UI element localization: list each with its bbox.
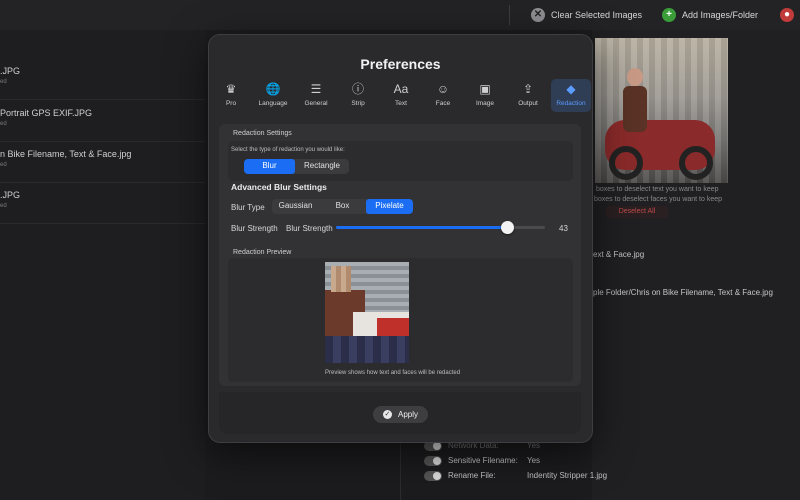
file-name: .JPG xyxy=(0,66,21,76)
hint-text: boxes to deselect faces you want to keep xyxy=(594,196,723,203)
sensitive-filename-toggle[interactable] xyxy=(424,456,442,466)
redaction-preview-image xyxy=(325,262,409,363)
slider-fill xyxy=(336,226,508,229)
globe-icon: 🌐 xyxy=(265,82,281,96)
blur-strength-slider-label: Blur Strength xyxy=(286,224,333,233)
pixelated-face xyxy=(331,266,351,292)
user-button[interactable]: ● S xyxy=(780,6,800,24)
share-icon: ⇪ xyxy=(522,82,534,96)
crown-icon: ♛ xyxy=(225,82,237,96)
blur-type-box[interactable]: Box xyxy=(319,199,366,214)
file-name: Portrait GPS EXIF.JPG xyxy=(0,108,93,118)
dialog-title: Preferences xyxy=(360,56,441,72)
blur-strength-value: 43 xyxy=(559,224,568,233)
blur-type-gaussian[interactable]: Gaussian xyxy=(272,199,319,214)
rename-file-toggle[interactable] xyxy=(424,471,442,481)
tab-label: Pro xyxy=(225,100,237,107)
toolbar: ✕ Clear Selected Images + Add Images/Fol… xyxy=(0,0,800,30)
file-list-item[interactable]: Portrait GPS EXIF.JPG ed xyxy=(0,100,205,142)
hint-text: boxes to deselect text you want to keep xyxy=(596,186,719,193)
blur-type-segmented: Gaussian Box Pixelate xyxy=(272,199,413,214)
background-photo xyxy=(595,38,728,183)
tab-label: Redaction xyxy=(556,100,586,107)
deselect-all-button[interactable]: Deselect All xyxy=(606,206,668,218)
advanced-blur-title: Advanced Blur Settings xyxy=(231,182,327,192)
info-icon: ⓘ xyxy=(351,82,364,96)
toolbar-divider xyxy=(509,5,510,25)
add-images-folder-label: Add Images/Folder xyxy=(682,10,759,20)
tab-label: Output xyxy=(518,100,538,107)
blur-strength-label: Blur Strength xyxy=(231,224,278,233)
redaction-type-segmented: Blur Rectangle xyxy=(244,159,349,174)
tab-face[interactable]: ☺ Face xyxy=(423,82,463,110)
sliders-icon: ☰ xyxy=(310,82,322,96)
tab-language[interactable]: 🌐 Language xyxy=(253,82,293,110)
file-list-item[interactable]: .JPG ed xyxy=(0,58,205,100)
add-images-folder-button[interactable]: + Add Images/Folder xyxy=(662,6,758,24)
tab-text[interactable]: Aa Text xyxy=(381,82,421,110)
apply-label: Apply xyxy=(397,410,418,419)
preview-caption: Preview shows how text and faces will be… xyxy=(325,370,461,376)
file-status: ed xyxy=(0,79,7,85)
plus-icon: + xyxy=(662,8,676,22)
path-text: ple Folder/Chris on Bike Filename, Text … xyxy=(593,288,773,297)
redaction-settings-label: Redaction Settings xyxy=(233,130,292,137)
clear-selected-images-label: Clear Selected Images xyxy=(551,10,643,20)
redaction-type-prompt: Select the type of redaction you would l… xyxy=(231,147,345,153)
tab-label: Face xyxy=(435,100,451,107)
row-label: Sensitive Filename: xyxy=(448,456,518,465)
tab-image[interactable]: ▣ Image xyxy=(465,82,505,110)
redaction-preview-label: Redaction Preview xyxy=(233,249,292,256)
tab-general[interactable]: ☰ General xyxy=(296,82,336,110)
tab-label: General xyxy=(304,100,328,107)
smiley-icon: ☺ xyxy=(436,82,450,96)
clear-selected-images-button[interactable]: ✕ Clear Selected Images xyxy=(531,6,642,24)
image-icon: ▣ xyxy=(479,82,491,96)
blur-type-label: Blur Type xyxy=(231,203,265,212)
file-status: ed xyxy=(0,203,7,209)
tab-label: Strip xyxy=(351,100,365,107)
redaction-type-rectangle[interactable]: Rectangle xyxy=(295,159,349,174)
tab-label: Image xyxy=(475,100,495,107)
file-name: .JPG xyxy=(0,190,21,200)
file-status: ed xyxy=(0,121,7,127)
redaction-type-blur[interactable]: Blur xyxy=(244,159,295,174)
file-list-item[interactable]: n Bike Filename, Text & Face.jpg ed xyxy=(0,141,205,183)
tab-redaction[interactable]: ◆ Redaction xyxy=(551,79,591,112)
checkmark-icon: ✓ xyxy=(382,410,392,419)
file-status: ed xyxy=(0,162,7,168)
blur-type-pixelate[interactable]: Pixelate xyxy=(366,199,413,214)
file-name: n Bike Filename, Text & Face.jpg xyxy=(0,149,132,159)
clear-x-icon: ✕ xyxy=(531,8,545,22)
row-value: Indentity Stripper 1.jpg xyxy=(527,471,608,480)
blur-strength-slider[interactable] xyxy=(336,221,545,234)
user-icon: ● xyxy=(780,8,794,22)
tab-output[interactable]: ⇪ Output xyxy=(508,82,548,110)
row-label: Rename File: xyxy=(448,471,496,480)
apply-button[interactable]: ✓ Apply xyxy=(373,406,428,423)
row-value: Yes xyxy=(527,456,541,465)
text-icon: Aa xyxy=(393,82,409,96)
tab-label: Text xyxy=(395,100,407,107)
file-list-item[interactable]: .JPG ed xyxy=(0,182,205,224)
tab-strip[interactable]: ⓘ Strip xyxy=(338,82,378,110)
tab-pro[interactable]: ♛ Pro xyxy=(211,82,251,110)
tab-label: Language xyxy=(258,100,288,107)
eraser-icon: ◆ xyxy=(566,82,576,96)
filename-text: ext & Face.jpg xyxy=(593,250,645,259)
